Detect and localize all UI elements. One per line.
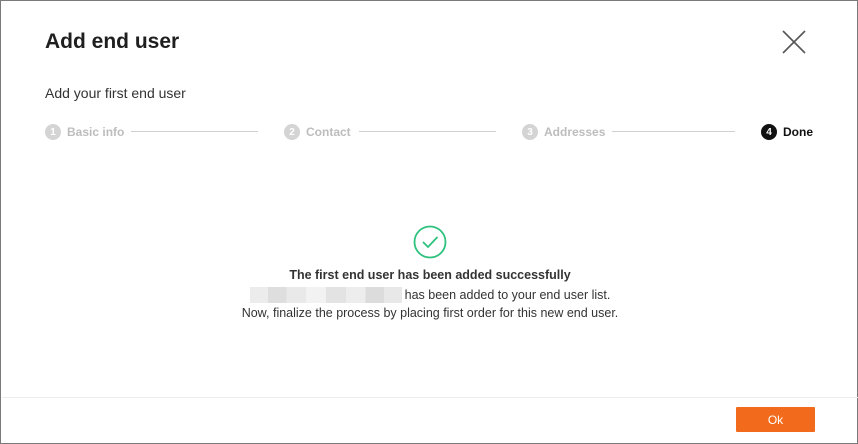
check-circle-icon <box>413 225 447 259</box>
close-button[interactable] <box>780 28 808 56</box>
step-done[interactable]: 4 Done <box>761 123 813 141</box>
success-message: has been added to your end user list. <box>1 287 858 303</box>
step-number: 3 <box>522 124 538 140</box>
stepper: 1 Basic info 2 Contact 3 Addresses 4 Don… <box>1 1 858 151</box>
step-contact[interactable]: 2 Contact <box>284 123 351 141</box>
step-number: 1 <box>45 124 61 140</box>
add-end-user-dialog: Add end user Add your first end user 1 B… <box>0 0 858 444</box>
success-message-text: has been added to your end user list. <box>404 288 611 302</box>
footer-divider <box>2 397 858 398</box>
step-addresses[interactable]: 3 Addresses <box>522 123 605 141</box>
dialog-subtitle: Add your first end user <box>45 85 186 101</box>
step-connector <box>612 131 735 132</box>
step-label: Contact <box>306 125 351 139</box>
step-label: Basic info <box>67 125 125 139</box>
ok-button[interactable]: Ok <box>736 407 815 432</box>
redacted-user-name <box>249 287 402 303</box>
step-number: 2 <box>284 124 300 140</box>
step-connector <box>359 131 496 132</box>
success-title: The first end user has been added succes… <box>289 268 571 282</box>
step-number: 4 <box>761 124 777 140</box>
step-connector <box>131 131 258 132</box>
step-label: Addresses <box>544 125 606 139</box>
close-icon <box>782 30 806 54</box>
step-label: Done <box>783 125 813 139</box>
next-step-message: Now, finalize the process by placing fir… <box>241 306 619 320</box>
step-basic-info[interactable]: 1 Basic info <box>45 123 124 141</box>
dialog-title: Add end user <box>45 30 180 53</box>
